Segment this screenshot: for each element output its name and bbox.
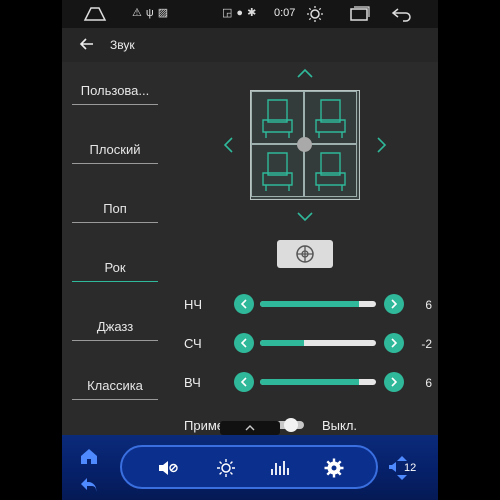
eq-treble-slider[interactable] (260, 379, 376, 385)
equalizer-bars-icon (271, 461, 289, 475)
settings-button[interactable] (322, 456, 346, 480)
eq-mid-value: -2 (421, 337, 432, 351)
seat-front-right (304, 91, 357, 144)
chevron-left-icon (240, 338, 247, 348)
gear-icon (324, 458, 344, 478)
speaker-small-icon (389, 462, 396, 472)
chevron-right-icon (377, 137, 387, 153)
header: Звук (62, 28, 438, 62)
preset-pop[interactable]: Поп (72, 194, 158, 223)
balance-right-button[interactable] (376, 136, 388, 159)
balance-left-button[interactable] (222, 136, 234, 159)
sun-icon (217, 459, 235, 477)
status-bar: ⚠ ψ ▨ ◲ ● ✱ 0:07 (62, 0, 438, 28)
chevron-right-icon (391, 338, 398, 348)
chevron-left-icon (223, 137, 233, 153)
eq-bass-label: НЧ (184, 297, 203, 312)
preset-rock[interactable]: Рок (72, 253, 158, 282)
arrow-left-icon (79, 38, 93, 50)
recent-apps-button[interactable] (346, 3, 374, 25)
balance-position-marker[interactable] (297, 137, 312, 152)
eq-bass-slider[interactable] (260, 301, 376, 307)
speaker-mute-icon (159, 461, 178, 475)
eq-mid-increase-button[interactable] (384, 333, 404, 353)
back-button[interactable] (78, 35, 96, 53)
sound-settings-screen: ⚠ ψ ▨ ◲ ● ✱ 0:07 Звук Пользова... Плоски… (62, 0, 438, 500)
eq-bass-value: 6 (425, 298, 432, 312)
seat-front-left (251, 91, 304, 144)
car-seat-icon (262, 152, 293, 191)
apply-setting-label: Приме (184, 418, 225, 433)
balance-fader-grid[interactable] (250, 90, 360, 200)
home-outline-icon (83, 7, 107, 21)
chevron-up-icon (245, 425, 255, 431)
equalizer-button[interactable] (268, 457, 292, 479)
bottom-dock: 12 (62, 435, 438, 500)
dock-home-button[interactable] (78, 445, 100, 467)
center-balance-button[interactable] (277, 240, 333, 268)
chevron-right-icon (391, 377, 398, 387)
seat-rear-right (304, 144, 357, 197)
status-indicators: ⚠ ψ ▨ (132, 6, 169, 20)
eq-mid-fill (260, 340, 305, 346)
location-icon: ● (236, 6, 244, 19)
home-icon (81, 449, 97, 464)
preset-jazz[interactable]: Джазз (72, 312, 158, 341)
apply-setting-state: Выкл. (322, 418, 358, 433)
eq-treble-increase-button[interactable] (384, 372, 404, 392)
dock-back-button[interactable] (78, 475, 100, 495)
chevron-left-icon (240, 377, 247, 387)
brightness-icon (307, 6, 323, 22)
preset-classic[interactable]: Классика (72, 371, 158, 400)
connectivity-indicators: ◲ ● ✱ (222, 6, 257, 20)
preset-flat[interactable]: Плоский (72, 135, 158, 164)
car-seat-icon (315, 152, 346, 191)
chevron-left-icon (240, 299, 247, 309)
eq-mid-decrease-button[interactable] (234, 333, 254, 353)
eq-bass-decrease-button[interactable] (234, 294, 254, 314)
volume-level: 12 (404, 462, 417, 474)
return-icon (391, 8, 411, 22)
page-title: Звук (110, 38, 135, 52)
clock: 0:07 (274, 7, 296, 19)
brightness-button[interactable] (304, 3, 326, 25)
eq-bass-fill (260, 301, 359, 307)
fader-front-button[interactable] (296, 66, 314, 84)
eq-mid-label: СЧ (184, 336, 202, 351)
chevron-down-icon (297, 212, 313, 222)
toggle-knob (284, 418, 298, 432)
fader-rear-button[interactable] (296, 210, 314, 228)
speaker-icon (388, 461, 398, 473)
car-seat-icon (315, 99, 346, 138)
eq-bass-increase-button[interactable] (384, 294, 404, 314)
dock-brightness-button[interactable] (214, 456, 238, 480)
car-seat-icon (262, 99, 293, 138)
return-arrow-icon (81, 478, 97, 492)
mute-button[interactable] (156, 457, 180, 479)
eq-treble-decrease-button[interactable] (234, 372, 254, 392)
dock-expand-handle[interactable] (220, 421, 280, 435)
warning-icon: ⚠ (132, 7, 142, 19)
eq-treble-label: ВЧ (184, 375, 201, 390)
eq-treble-value: 6 (425, 376, 432, 390)
chevron-up-icon (297, 68, 313, 78)
back-nav-button[interactable] (388, 3, 416, 25)
usb-icon: ψ (145, 6, 154, 19)
home-nav-button[interactable] (80, 3, 110, 25)
eq-mid-slider[interactable] (260, 340, 376, 346)
eq-treble-fill (260, 379, 359, 385)
image-icon: ▨ (157, 7, 169, 19)
cast-icon: ◲ (222, 7, 233, 19)
dock-controls (120, 445, 378, 489)
target-reset-icon (296, 245, 314, 263)
bluetooth-icon: ✱ (247, 7, 257, 19)
recent-apps-icon (350, 6, 370, 21)
chevron-right-icon (391, 299, 398, 309)
preset-custom[interactable]: Пользова... (72, 76, 158, 105)
seat-rear-left (251, 144, 304, 197)
